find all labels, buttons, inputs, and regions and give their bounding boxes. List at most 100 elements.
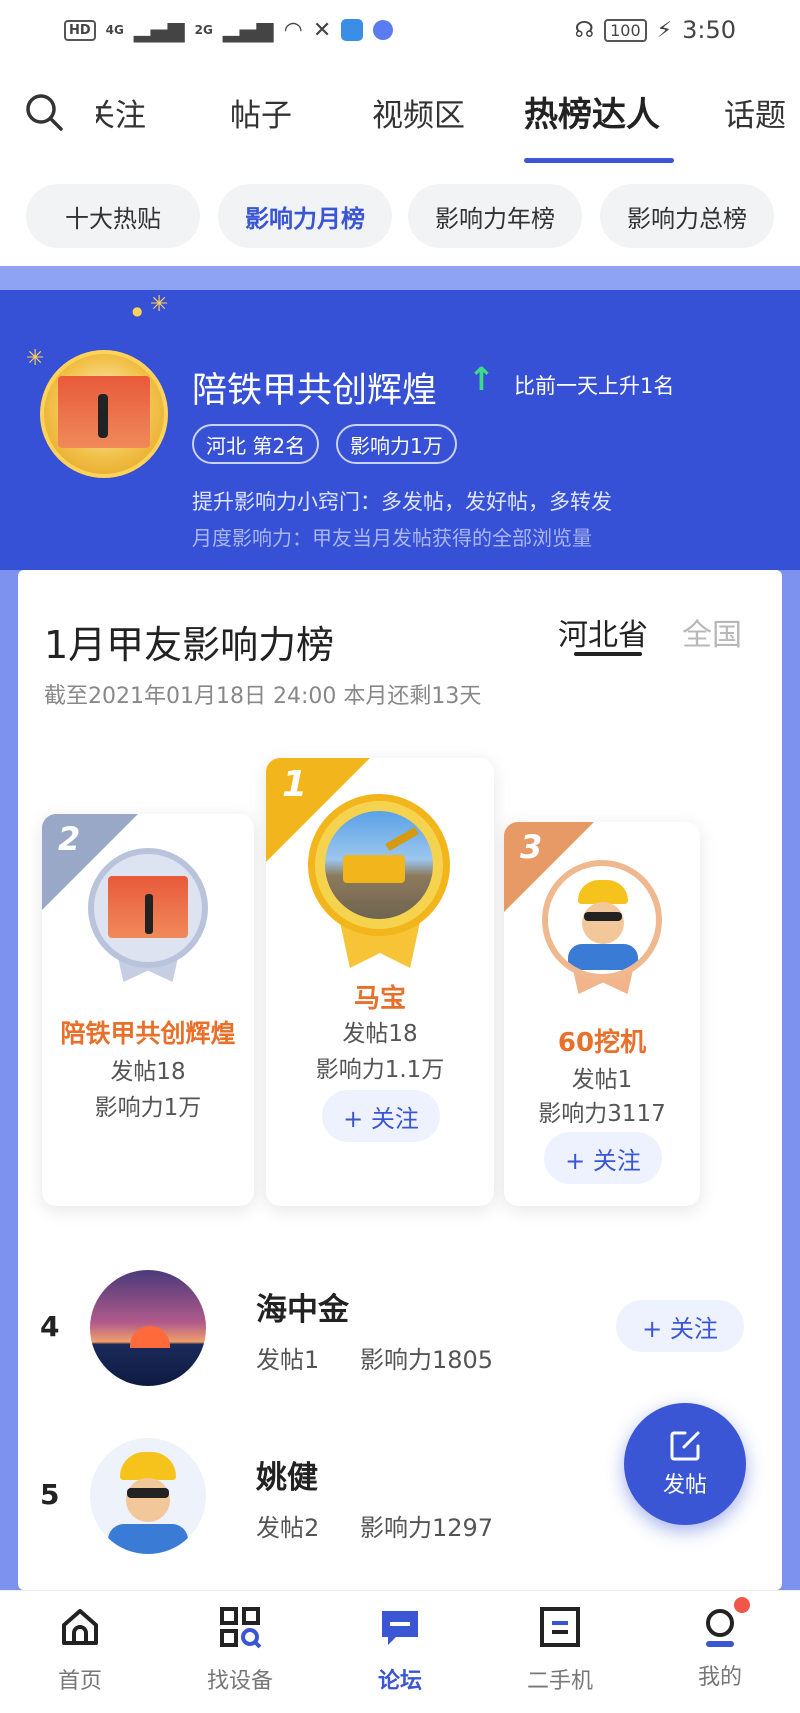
nav-find-equipment[interactable]: 找设备 xyxy=(180,1605,300,1695)
row-influence: 影响力1805 xyxy=(360,1346,494,1374)
region-tab-province[interactable]: 河北省 xyxy=(558,610,648,654)
headphones-icon: ☊ xyxy=(574,17,595,43)
rank-up-arrow-icon: ↑ xyxy=(468,360,495,398)
tab-follow[interactable]: 关注 xyxy=(96,90,146,135)
rank-number: 2 xyxy=(58,820,81,858)
sparkle-icon: ✳ xyxy=(150,292,169,317)
podium-influence: 影响力1.1万 xyxy=(315,1057,445,1083)
follow-button[interactable]: + 关注 xyxy=(322,1090,440,1142)
signal-bars-icon: ▂▄▆ xyxy=(222,17,274,43)
grid-search-icon xyxy=(220,1607,262,1649)
row-influence: 影响力1297 xyxy=(360,1514,494,1542)
active-tab-indicator xyxy=(524,158,674,163)
nav-profile[interactable]: 我的 xyxy=(660,1597,780,1691)
hard-hat xyxy=(578,880,628,904)
my-rank-banner: ✳ ✳ ● 陪铁甲共创辉煌 ↑ 比前一天上升1名 河北 第2名 影响力1万 提升… xyxy=(0,290,800,570)
tab-topics[interactable]: 话题 xyxy=(724,90,786,135)
bottom-nav: 首页 找设备 论坛 二手机 我的 xyxy=(0,1590,800,1713)
avatar-figure xyxy=(145,894,153,934)
bronze-medal-avatar xyxy=(542,860,662,980)
nav-used-machines[interactable]: 二手机 xyxy=(500,1605,620,1695)
signal-4g-icon: 4G xyxy=(105,23,124,37)
row-rank: 4 xyxy=(40,1310,60,1343)
profile-icon xyxy=(698,1597,750,1649)
row-username[interactable]: 姚健 xyxy=(256,1452,318,1497)
region-tab-indicator xyxy=(574,652,642,656)
tab-hot-experts[interactable]: 热榜达人 xyxy=(524,87,660,136)
chat-icon xyxy=(382,1611,418,1645)
excavator-body xyxy=(343,855,405,883)
banner-top-strip xyxy=(0,266,800,290)
podium-rank-1[interactable]: 1 马宝 发帖18 影响力1.1万 + 关注 xyxy=(266,758,494,1206)
follow-button[interactable]: + 关注 xyxy=(544,1132,662,1184)
nav-forum[interactable]: 论坛 xyxy=(340,1605,460,1695)
status-bar: HD 4G ▂▄▆ 2G ▂▄▆ ◠ ✕ ☊ 100 ⚡ 3:50 xyxy=(0,0,800,60)
list-item[interactable]: 4 海中金 发帖1 影响力1805 + 关注 xyxy=(18,1270,782,1400)
rank-number: 3 xyxy=(520,828,543,866)
music-notification-icon xyxy=(373,20,394,40)
row-rank: 5 xyxy=(40,1478,60,1511)
podium-rank-2[interactable]: 2 陪铁甲共创辉煌 发帖18 影响力1万 xyxy=(42,814,254,1206)
region-rank-chip: 河北 第2名 xyxy=(192,424,320,464)
sunglasses xyxy=(584,912,622,921)
new-post-label: 发帖 xyxy=(662,1473,707,1498)
sunglasses xyxy=(127,1488,169,1498)
home-icon xyxy=(62,1609,98,1645)
edit-icon xyxy=(670,1431,700,1461)
hd-icon: HD xyxy=(64,19,96,41)
rank-change-text: 比前一天上升1名 xyxy=(514,374,675,398)
podium-rank-3[interactable]: 3 60挖机 发帖1 影响力3117 + 关注 xyxy=(504,822,700,1206)
influence-tip: 提升影响力小窍门：多发帖，发好帖，多转发 xyxy=(192,490,612,514)
deadline-text: 截至2021年01月18日 24:00 本月还剩13天 xyxy=(44,684,482,709)
subtab-yearly[interactable]: 影响力年榜 xyxy=(408,184,582,248)
follow-button[interactable]: + 关注 xyxy=(616,1300,744,1352)
avatar[interactable] xyxy=(90,1438,206,1554)
podium-name[interactable]: 60挖机 xyxy=(504,1022,700,1059)
podium-influence: 影响力1万 xyxy=(94,1095,202,1121)
podium-posts: 发帖18 xyxy=(342,1021,418,1047)
worker-shirt xyxy=(568,944,638,970)
signal-2g-icon: 2G xyxy=(194,23,213,37)
new-post-button[interactable]: 发帖 xyxy=(624,1403,746,1525)
influence-chip: 影响力1万 xyxy=(336,424,457,464)
app-notification-icon xyxy=(341,19,364,41)
rank-number: 1 xyxy=(282,764,308,805)
worker-face xyxy=(582,902,624,944)
nav-label: 首页 xyxy=(57,1669,102,1694)
sparkle-icon: ● xyxy=(132,304,143,318)
signal-bars-icon: ▂▄▆ xyxy=(133,17,185,43)
nav-label: 找设备 xyxy=(206,1669,273,1694)
subtab-top-ten[interactable]: 十大热贴 xyxy=(26,184,200,248)
region-tab-national[interactable]: 全国 xyxy=(682,610,742,654)
subtab-monthly[interactable]: 影响力月榜 xyxy=(218,184,392,248)
top-nav: 关注 帖子 视频区 热榜达人 话题 xyxy=(0,70,800,166)
podium-influence: 影响力3117 xyxy=(538,1101,666,1127)
podium-posts: 发帖1 xyxy=(571,1067,633,1093)
my-username: 陪铁甲共创辉煌 xyxy=(192,371,438,411)
tab-posts[interactable]: 帖子 xyxy=(230,90,292,135)
tab-videos[interactable]: 视频区 xyxy=(372,90,465,135)
silver-medal-avatar xyxy=(88,848,208,968)
notification-dot xyxy=(734,1597,750,1613)
podium-name[interactable]: 马宝 xyxy=(266,978,494,1015)
clock: 3:50 xyxy=(682,16,736,44)
nav-label: 论坛 xyxy=(377,1669,422,1694)
worker-shirt xyxy=(108,1524,188,1554)
row-posts: 发帖1 xyxy=(256,1346,320,1374)
my-avatar[interactable] xyxy=(40,350,168,478)
missed-call-icon: ✕ xyxy=(312,17,332,43)
podium-name[interactable]: 陪铁甲共创辉煌 xyxy=(42,1014,254,1050)
nav-home[interactable]: 首页 xyxy=(20,1605,140,1695)
avatar[interactable] xyxy=(90,1270,206,1386)
avatar-photo xyxy=(58,376,150,448)
influence-definition: 月度影响力：甲友当月发帖获得的全部浏览量 xyxy=(192,526,592,550)
row-username[interactable]: 海中金 xyxy=(256,1284,349,1329)
subtab-overall[interactable]: 影响力总榜 xyxy=(600,184,774,248)
sparkle-icon: ✳ xyxy=(26,346,45,371)
sunset-sun xyxy=(130,1326,170,1348)
search-icon[interactable] xyxy=(24,92,64,132)
worker-face xyxy=(126,1478,170,1522)
nav-label: 二手机 xyxy=(526,1669,593,1694)
gold-medal-avatar xyxy=(308,794,450,936)
ranking-title: 1月甲友影响力榜 xyxy=(44,623,335,667)
